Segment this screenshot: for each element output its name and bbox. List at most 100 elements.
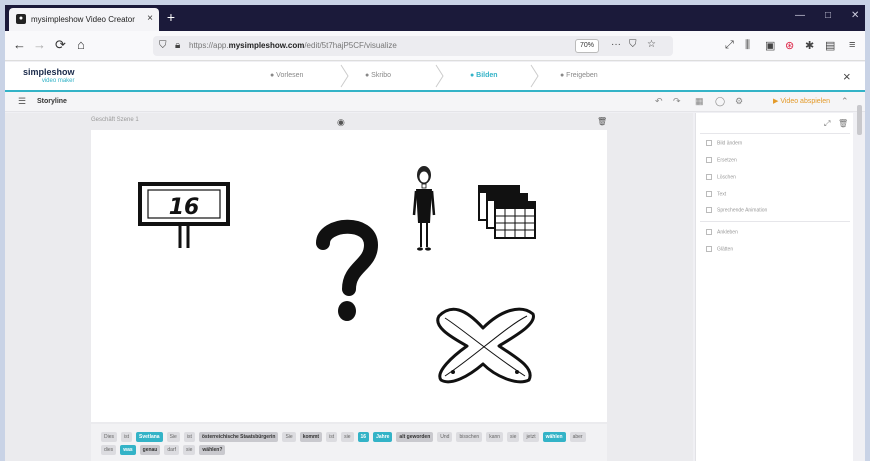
scrollbar[interactable] [857, 105, 862, 135]
zoom-level[interactable]: 70% [575, 39, 599, 53]
extension-icon[interactable]: ⤢ [725, 39, 734, 52]
tab-strip: ● mysimpleshow Video Creator × + — □ ✕ [5, 5, 865, 31]
keyword-chip[interactable]: Sie [166, 432, 180, 442]
logo-main-text: simpleshow [23, 67, 75, 77]
step-separator-icon [435, 64, 444, 88]
hamburger-menu-icon[interactable]: ≡ [849, 39, 855, 51]
keyword-chips: Dies ist Svetlana Sie ist österreichische Sta… [101, 432, 601, 455]
play-video-button[interactable]: ▶ Video abspielen [773, 97, 830, 105]
screenshot-icon[interactable]: ▤ [825, 39, 835, 52]
canvas-header: Geschäft Szene 1 ◉ 🗑︎ [91, 117, 607, 129]
keyword-chip[interactable]: wählen [542, 432, 566, 442]
keyword-chip[interactable]: ist [121, 432, 133, 442]
keyword-chip[interactable]: Und [437, 432, 453, 442]
home-button[interactable]: ⌂ [77, 38, 85, 52]
comment-icon[interactable]: ◯ [715, 96, 725, 107]
trash-icon[interactable]: 🗑︎ [597, 117, 607, 126]
panel-row[interactable]: Sprechende Animation [706, 207, 846, 213]
documents-stack-image[interactable] [477, 182, 539, 242]
settings-gear-icon[interactable]: ✱ [805, 39, 814, 52]
keyword-chip[interactable]: sie [183, 445, 196, 455]
shield-icon[interactable]: ⛉ [159, 40, 167, 51]
divider [700, 221, 850, 222]
sidebar-icon[interactable]: ▣ [765, 39, 775, 52]
app-header: simpleshow video maker ● Vorlesen ● Skri… [5, 62, 865, 92]
panel-row[interactable]: Ankleben [706, 229, 846, 235]
step-skribo[interactable]: ● Skribo [365, 72, 391, 79]
keyword-chip[interactable]: bisschen [456, 432, 483, 442]
grid-icon[interactable]: ▦ [695, 96, 704, 107]
scene-canvas[interactable]: 16 [91, 130, 607, 422]
simpleshow-logo[interactable]: simpleshow video maker [23, 68, 75, 86]
window-close-button[interactable]: ✕ [851, 10, 859, 21]
keyword-chip[interactable]: Dies [101, 432, 118, 442]
target-icon[interactable]: ◉ [337, 117, 345, 128]
divider [700, 133, 850, 134]
step-freigeben[interactable]: ● Freigeben [560, 72, 598, 79]
keyword-chip[interactable]: jetzt [523, 432, 539, 442]
back-button[interactable]: ← [13, 38, 26, 52]
lock-icon[interactable]: 🔒︎ [175, 40, 180, 51]
keyword-chip[interactable]: sie [341, 432, 354, 442]
keyword-chip[interactable]: kommt [299, 432, 323, 442]
close-editor-button[interactable]: × [843, 69, 851, 84]
forward-button[interactable]: → [33, 38, 46, 52]
panel-row[interactable]: Text [706, 191, 846, 197]
question-mark-image[interactable] [313, 215, 381, 325]
keyword-chip[interactable]: dies [101, 445, 117, 455]
keyword-chip[interactable]: 16 [357, 432, 370, 442]
keyword-chip[interactable]: darf [164, 445, 179, 455]
page-actions-icon[interactable]: ··· [611, 39, 621, 50]
library-icon[interactable]: ⫼ [745, 39, 750, 52]
keyword-chip[interactable]: österreichische Staatsbürgerin [198, 432, 279, 442]
scene-label: Geschäft Szene 1 [91, 117, 139, 123]
panel-row[interactable]: Glätten [706, 246, 846, 252]
keyword-chip[interactable]: Sie [282, 432, 296, 442]
step-separator-icon [530, 64, 539, 88]
maximize-button[interactable]: □ [825, 10, 831, 21]
navigation-bar: ← → ⟳ ⌂ ⛉ 🔒︎ https://app.mysimpleshow.co… [5, 31, 865, 61]
undo-icon[interactable]: ↶ [655, 96, 663, 107]
keyword-chip[interactable]: wählen? [199, 445, 226, 455]
logo-sub-text: video maker [41, 78, 75, 84]
panel-row[interactable]: Löschen [706, 174, 846, 180]
cross-x-image[interactable] [431, 302, 541, 388]
pocket-icon[interactable]: ⛉ [629, 39, 637, 50]
browser-window: ● mysimpleshow Video Creator × + — □ ✕ ←… [5, 5, 865, 461]
keyword-chip[interactable]: ist [326, 432, 338, 442]
new-tab-button[interactable]: + [163, 9, 179, 25]
reload-button[interactable]: ⟳ [55, 38, 66, 52]
collapse-icon[interactable]: ⌃ [841, 96, 849, 107]
settings-icon[interactable]: ⚙ [735, 96, 743, 107]
zoom-tool-icon[interactable]: ⤢ [824, 119, 830, 129]
panel-row[interactable]: Bild ändern [706, 140, 846, 146]
step-vorlesen[interactable]: ● Vorlesen [270, 72, 303, 79]
storyline-label[interactable]: Storyline [37, 98, 67, 105]
keyword-chip[interactable]: sie [507, 432, 520, 442]
tab-title: mysimpleshow Video Creator [31, 15, 135, 24]
redo-icon[interactable]: ↷ [673, 96, 681, 107]
browser-tab[interactable]: ● mysimpleshow Video Creator × [9, 8, 159, 31]
woman-figure-image[interactable] [409, 165, 439, 255]
keyword-chip[interactable]: genau [139, 445, 161, 455]
keyword-chip[interactable]: aber [569, 432, 586, 442]
sign-16-image[interactable]: 16 [136, 180, 232, 250]
step-bilden[interactable]: ● Bilden [470, 72, 498, 79]
tab-close-icon[interactable]: × [147, 13, 153, 24]
keyword-chip[interactable]: was [120, 445, 136, 455]
url-bar[interactable]: ⛉ 🔒︎ https://app.mysimpleshow.com/edit/5… [153, 36, 673, 56]
minimize-button[interactable]: — [795, 10, 805, 21]
keyword-chip[interactable]: ist [183, 432, 195, 442]
keyword-chip[interactable]: Svetlana [136, 432, 163, 442]
storyline-text-bar: Dies ist Svetlana Sie ist österreichische Sta… [91, 424, 607, 461]
menu-icon[interactable]: ☰ [18, 96, 26, 107]
panel-row[interactable]: Ersetzen [706, 157, 846, 163]
keyword-chip[interactable]: kann [486, 432, 504, 442]
panel-trash-icon[interactable]: 🗑︎ [838, 119, 848, 128]
addon-icon[interactable]: ⊛ [785, 39, 794, 52]
editor-toolbar: ☰ Storyline ↶ ↷ ▦ ◯ ⚙ ▶ Video abspielen … [5, 92, 865, 112]
keyword-chip[interactable]: alt geworden [396, 432, 434, 442]
bookmark-star-icon[interactable]: ☆ [647, 39, 656, 50]
keyword-chip[interactable]: Jahre [373, 432, 393, 442]
play-video-label: Video abspielen [780, 98, 831, 105]
